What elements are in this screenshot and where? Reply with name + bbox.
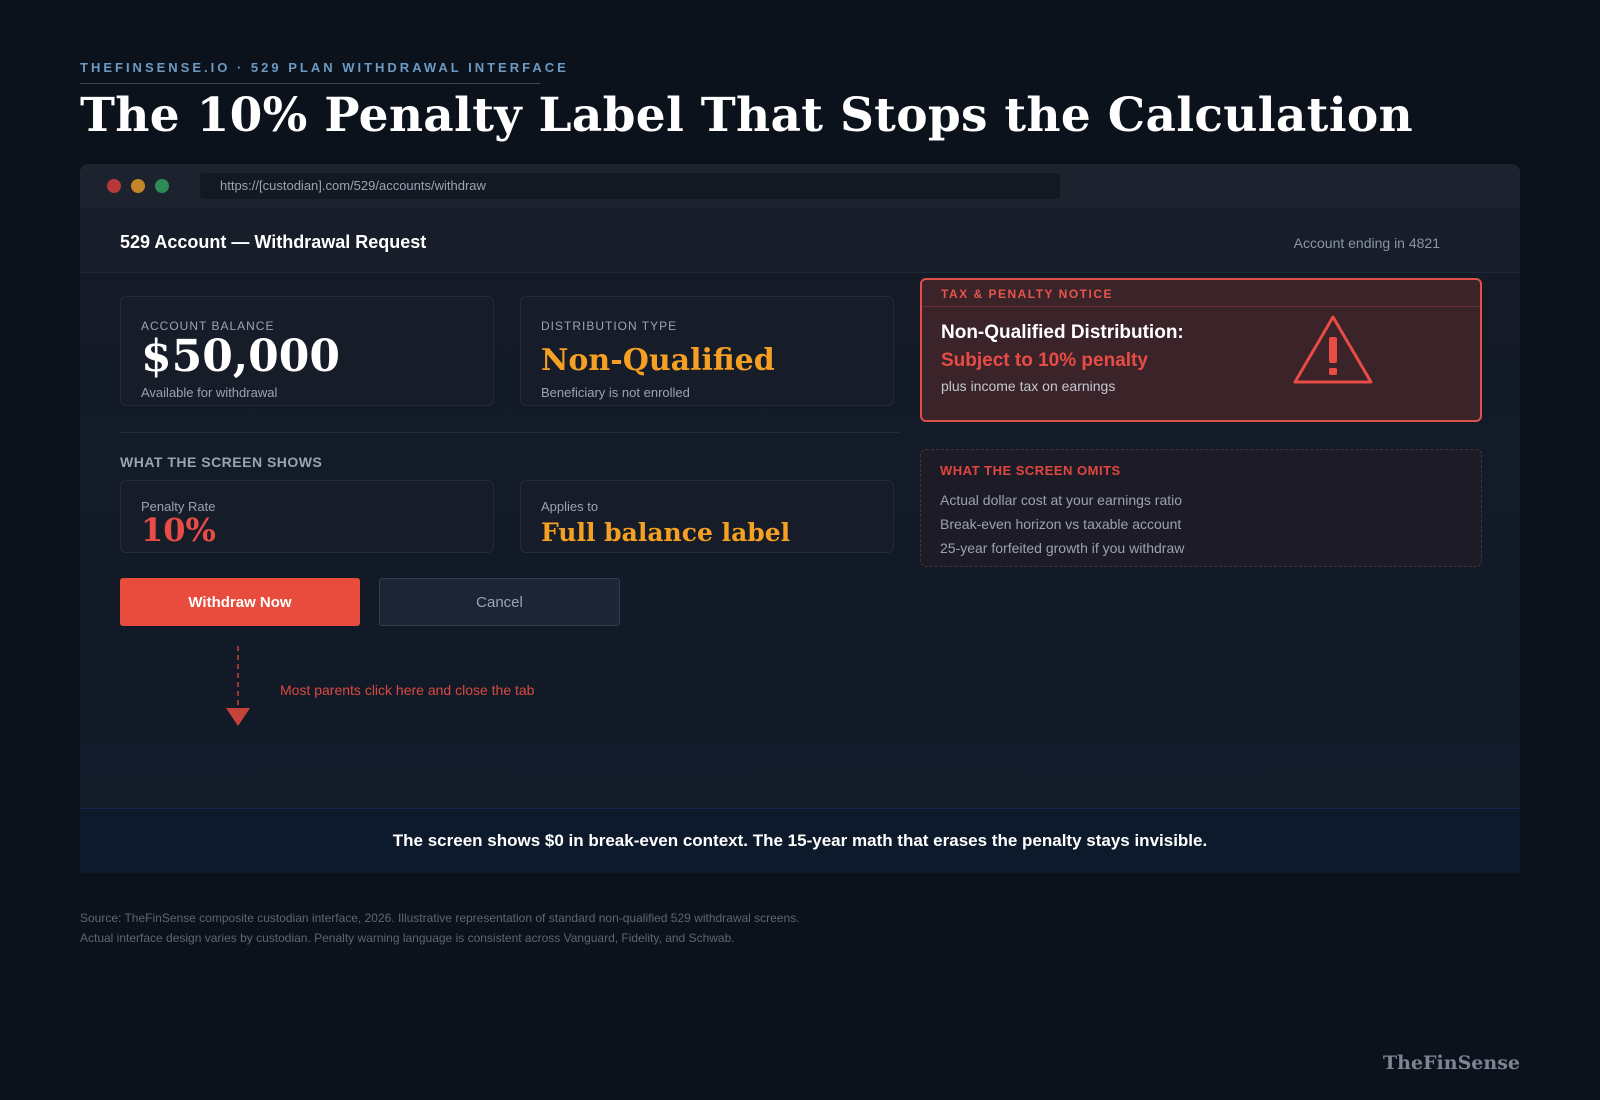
- notice-label: TAX & PENALTY NOTICE: [941, 287, 1114, 301]
- omits-label: WHAT THE SCREEN OMITS: [940, 463, 1121, 478]
- source-line-2: Actual interface design varies by custod…: [80, 931, 735, 945]
- section-divider: [120, 432, 900, 433]
- distribution-label: DISTRIBUTION TYPE: [541, 319, 678, 333]
- window-close-dot[interactable]: [107, 179, 121, 193]
- window-minimize-dot[interactable]: [131, 179, 145, 193]
- withdrawal-app: 529 Account — Withdrawal Request Account…: [80, 208, 1520, 872]
- applies-to-label: Applies to: [541, 499, 599, 514]
- omits-item: 25-year forfeited growth if you withdraw: [940, 540, 1185, 556]
- notice-penalty: Subject to 10% penalty: [941, 350, 1148, 371]
- app-header: 529 Account — Withdrawal Request Account…: [80, 208, 1520, 273]
- applies-to-value: Full balance label: [541, 518, 791, 547]
- callout-arrow-icon: [226, 646, 250, 726]
- brand-logo: TheFinSense: [1383, 1052, 1520, 1074]
- omits-list: Actual dollar cost at your earnings rati…: [940, 488, 1184, 560]
- withdraw-now-button[interactable]: Withdraw Now: [120, 578, 360, 626]
- notice-divider: [922, 306, 1480, 307]
- address-bar[interactable]: https://[custodian].com/529/accounts/wit…: [200, 173, 1060, 199]
- page-headline: The 10% Penalty Label That Stops the Cal…: [80, 88, 1413, 143]
- balance-value: $50,000: [141, 331, 341, 382]
- notice-sub: plus income tax on earnings: [941, 378, 1116, 394]
- applies-to-card: Applies to Full balance label: [520, 480, 894, 553]
- callout-annotation: Most parents click here and close the ta…: [280, 682, 535, 698]
- omits-item: Break-even horizon vs taxable account: [940, 516, 1182, 532]
- app-title: 529 Account — Withdrawal Request: [120, 232, 427, 252]
- screen-omits-panel: WHAT THE SCREEN OMITS Actual dollar cost…: [920, 449, 1482, 567]
- notice-title: Non-Qualified Distribution:: [941, 322, 1184, 343]
- cancel-button[interactable]: Cancel: [379, 578, 620, 626]
- source-note: Source: TheFinSense composite custodian …: [80, 908, 800, 948]
- penalty-rate-card: Penalty Rate 10%: [120, 480, 494, 553]
- account-info: Account ending in 4821: [1293, 235, 1440, 251]
- browser-toolbar: https://[custodian].com/529/accounts/wit…: [80, 164, 1520, 208]
- account-balance-card: ACCOUNT BALANCE $50,000 Available for wi…: [120, 296, 494, 406]
- bottom-banner: The screen shows $0 in break-even contex…: [80, 808, 1520, 873]
- window-maximize-dot[interactable]: [155, 179, 169, 193]
- shows-section-title: WHAT THE SCREEN SHOWS: [120, 454, 323, 470]
- source-line-1: Source: TheFinSense composite custodian …: [80, 911, 800, 925]
- eyebrow-label: THEFINSENSE.IO · 529 PLAN WITHDRAWAL INT…: [80, 60, 569, 75]
- eyebrow-divider: [80, 83, 540, 84]
- penalty-rate-value: 10%: [141, 511, 216, 549]
- balance-sub: Available for withdrawal: [141, 385, 278, 400]
- distribution-type-card: DISTRIBUTION TYPE Non-Qualified Benefici…: [520, 296, 894, 406]
- distribution-sub: Beneficiary is not enrolled: [541, 385, 690, 400]
- omits-item: Actual dollar cost at your earnings rati…: [940, 492, 1183, 508]
- tax-penalty-notice: TAX & PENALTY NOTICE Non-Qualified Distr…: [920, 278, 1482, 422]
- warning-triangle-icon: [1293, 315, 1373, 384]
- distribution-value: Non-Qualified: [541, 343, 775, 378]
